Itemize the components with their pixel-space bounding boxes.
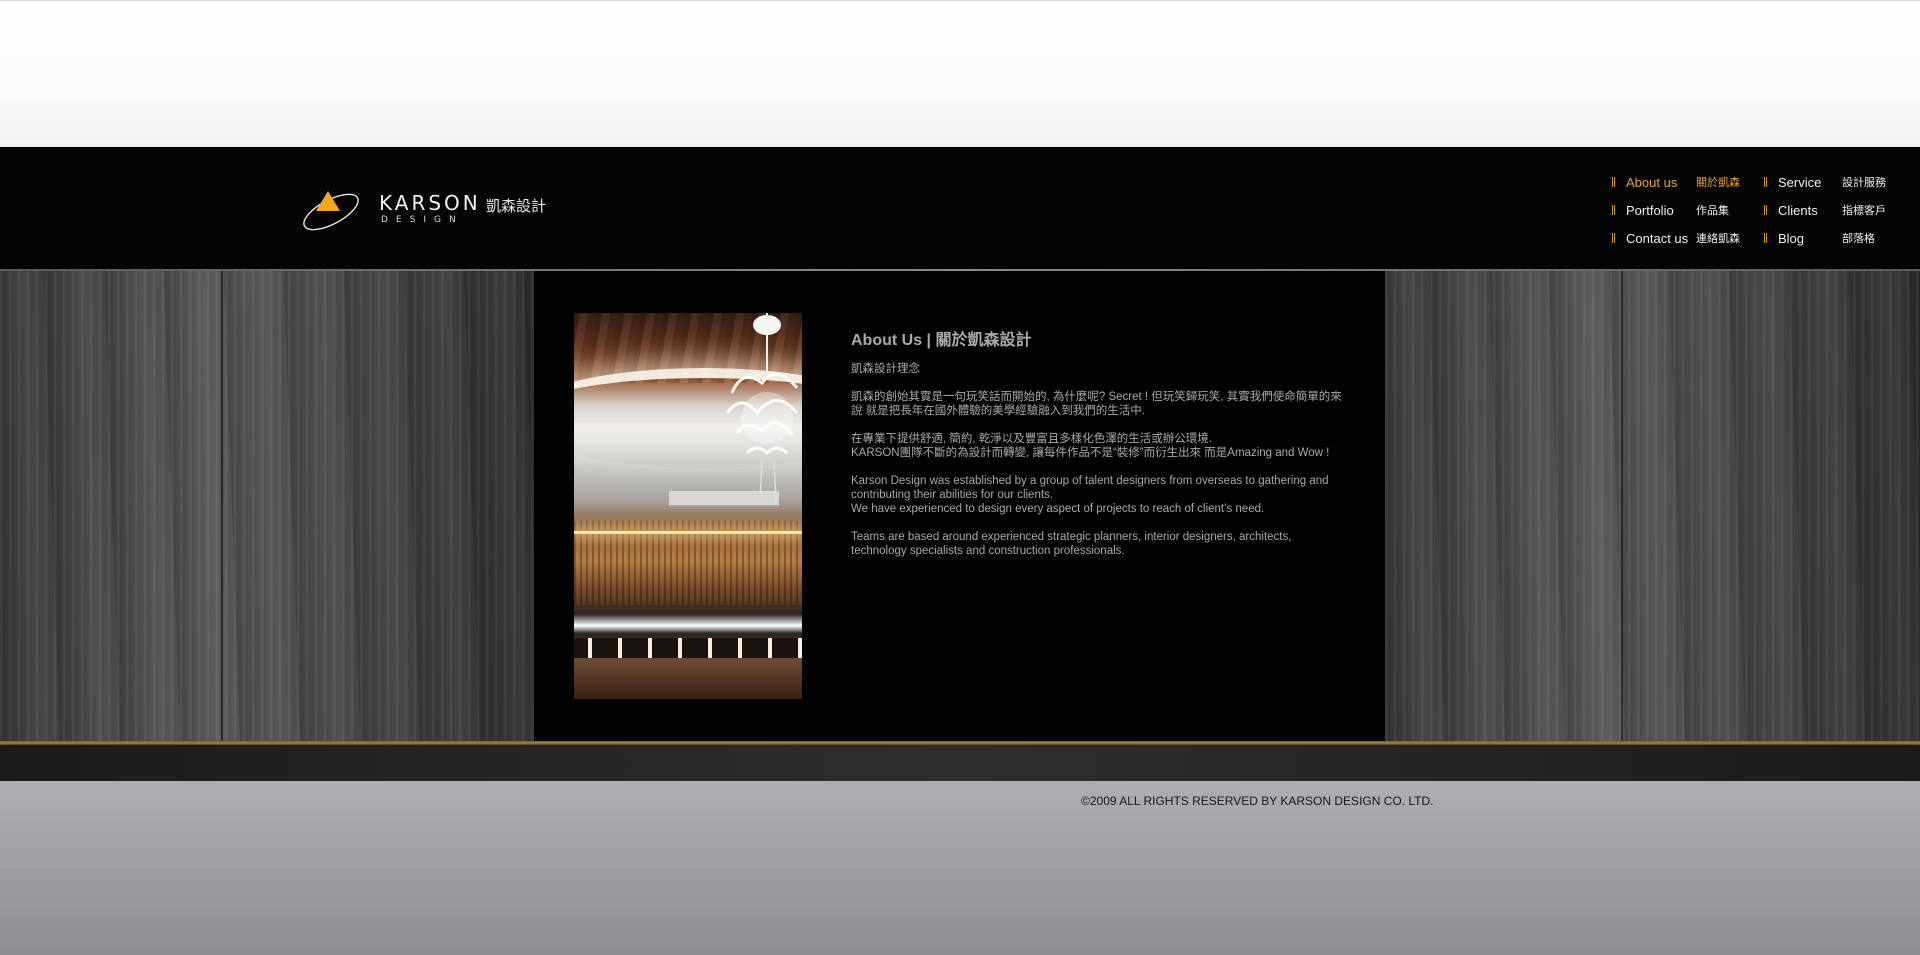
nav-bullet-icon — [1612, 233, 1615, 243]
nav-contact-us[interactable]: Contact us 連絡凱森 — [1612, 228, 1740, 248]
photo-counter — [574, 638, 802, 658]
paragraph-line: 在專業下提供舒適, 簡約, 乾淨以及豐富且多樣化色澤的生活或辦公環境. — [851, 433, 1212, 445]
nav-bullet-icon — [1764, 205, 1767, 215]
logo-chinese-name: 凱森設計 — [486, 197, 547, 215]
nav-clients[interactable]: Clients 指標客戶 — [1764, 200, 1886, 220]
dark-footer-band — [0, 745, 1920, 781]
paragraph-line: We have experienced to design every aspe… — [851, 503, 1265, 515]
nav-label-cn: 部落格 — [1842, 233, 1875, 245]
nav-about-us[interactable]: About us 關於凱森 — [1612, 172, 1740, 192]
wood-texture-left — [0, 271, 534, 741]
logo-emblem-icon — [303, 191, 359, 231]
nav-label-cn: 作品集 — [1696, 205, 1729, 217]
logo-subtitle: DESIGN — [381, 215, 464, 225]
paragraph-line: Teams are based around experienced strat… — [851, 531, 1292, 543]
nav-label-en: Contact us — [1626, 230, 1689, 246]
nav-label-cn: 連絡凱森 — [1696, 233, 1740, 245]
paragraph-line: Karson Design was established by a group… — [851, 475, 1329, 487]
nav-bullet-icon — [1612, 205, 1615, 215]
content-panel: About Us | 關於凱森設計 凱森設計理念 凱森的創始其實是一句玩笑話而開… — [534, 271, 1385, 741]
about-paragraph-2: 在專業下提供舒適, 簡約, 乾淨以及豐富且多樣化色澤的生活或辦公環境. KARS… — [851, 432, 1366, 460]
chandelier-icon — [725, 313, 799, 504]
nav-label-en: About us — [1626, 174, 1678, 190]
nav-bullet-icon — [1612, 177, 1615, 187]
nav-portfolio[interactable]: Portfolio 作品集 — [1612, 200, 1729, 220]
nav-service[interactable]: Service 設計服務 — [1764, 172, 1886, 192]
wood-texture-right — [1385, 271, 1920, 741]
paragraph-line: 說 就是把長年在國外體驗的美學經驗融入到我們的生活中. — [851, 405, 1145, 417]
nav-label-en: Portfolio — [1626, 202, 1674, 218]
nav-label-en: Clients — [1778, 202, 1818, 218]
about-paragraph-4: Teams are based around experienced strat… — [851, 530, 1366, 558]
nav-label-cn: 指標客戶 — [1842, 205, 1886, 217]
nav-blog[interactable]: Blog 部落格 — [1764, 228, 1875, 248]
about-paragraph-1: 凱森的創始其實是一句玩笑話而開始的, 為什麼呢? Secret ! 但玩笑歸玩笑… — [851, 390, 1366, 418]
paragraph-line: technology specialists and construction … — [851, 545, 1125, 557]
about-text-column: About Us | 關於凱森設計 凱森設計理念 凱森的創始其實是一句玩笑話而開… — [851, 313, 1366, 572]
paragraph-line: contributing their abilities for our cli… — [851, 489, 1053, 501]
copyright-text: ©2009 ALL RIGHTS RESERVED BY KARSON DESI… — [1081, 794, 1434, 808]
nav-label-en: Blog — [1778, 230, 1805, 246]
page-title: About Us | 關於凱森設計 — [851, 332, 1032, 349]
logo-wordmark: KARSON — [379, 191, 481, 215]
nav-bullet-icon — [1764, 177, 1767, 187]
top-margin-band — [0, 0, 1920, 147]
wood-seam — [221, 271, 223, 741]
site-footer: ©2009 ALL RIGHTS RESERVED BY KARSON DESI… — [0, 781, 1920, 955]
main-navigation: About us 關於凱森 Service 設計服務 Portfolio 作品集… — [1612, 172, 1912, 256]
site-logo[interactable]: KARSON DESIGN 凱森設計 — [300, 185, 560, 233]
interior-photo — [574, 313, 802, 699]
about-subtitle: 凱森設計理念 — [851, 363, 920, 375]
wood-seam — [1621, 271, 1623, 741]
nav-bullet-icon — [1764, 233, 1767, 243]
about-paragraph-3: Karson Design was established by a group… — [851, 474, 1366, 516]
paragraph-line: 凱森的創始其實是一句玩笑話而開始的, 為什麼呢? Secret ! 但玩笑歸玩笑… — [851, 391, 1342, 403]
nav-label-en: Service — [1778, 174, 1822, 190]
photo-light-strip — [574, 531, 802, 534]
paragraph-line: KARSON團隊不斷的為設計而轉變, 讓每件作品不是“裝修”而衍生出來 而是Am… — [851, 447, 1330, 459]
nav-label-cn: 設計服務 — [1842, 177, 1886, 189]
nav-label-cn: 關於凱森 — [1696, 177, 1740, 189]
